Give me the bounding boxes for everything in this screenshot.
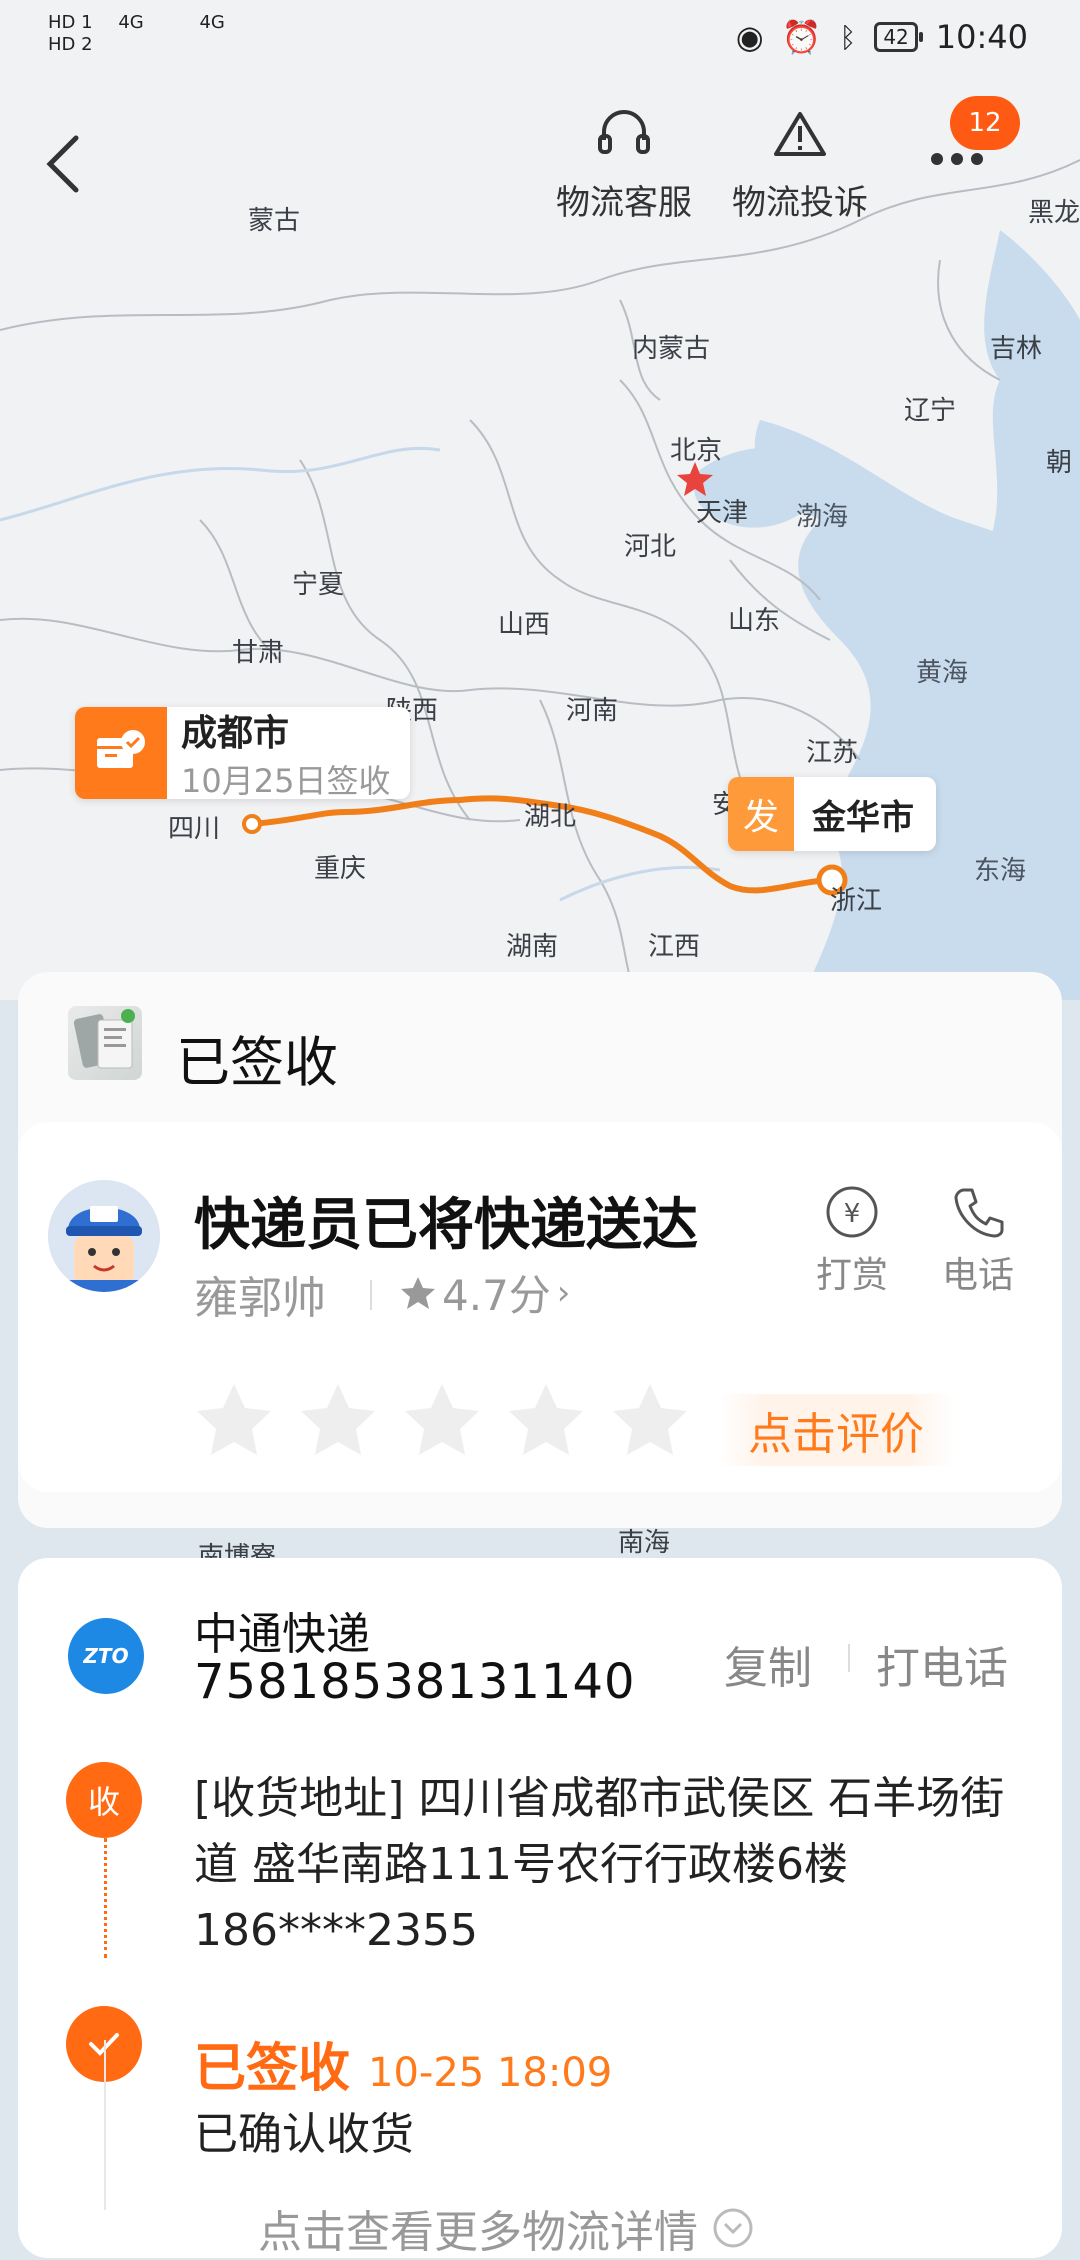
chevron-right-icon: › — [556, 1272, 571, 1313]
map-label: 四川 — [168, 814, 221, 844]
star-icon[interactable] — [298, 1382, 378, 1458]
map-label: 天津 — [696, 498, 749, 528]
courier-name: 雍郭帅 — [194, 1273, 326, 1324]
star-icon[interactable] — [506, 1382, 586, 1458]
signed-status: 已签收 — [194, 2039, 351, 2099]
courier-rating[interactable]: 4.7分 › — [400, 1262, 570, 1323]
alarm-icon: ⏰ — [781, 18, 822, 56]
map-label: 朝 — [1046, 448, 1073, 478]
back-button[interactable] — [42, 134, 90, 194]
logistics-map[interactable]: 蒙古 黑龙 内蒙古 吉林 辽宁 北京 天津 朝 渤海 河北 宁夏 山西 山东 甘… — [0, 0, 1080, 1000]
map-label: 北京 — [670, 436, 723, 466]
map-label: 山东 — [728, 606, 781, 636]
product-thumbnail[interactable] — [68, 1006, 142, 1080]
yuan-coin-icon: ¥ — [826, 1186, 878, 1238]
rating-stars[interactable] — [194, 1382, 690, 1458]
phone-button[interactable]: 电话 — [942, 1184, 1014, 1298]
courier-headline: 快递员已将快递送达 — [194, 1193, 698, 1258]
star-icon[interactable] — [402, 1382, 482, 1458]
map-label: 南海 — [618, 1528, 671, 1558]
star-icon[interactable] — [194, 1382, 274, 1458]
map-label: 内蒙古 — [632, 334, 711, 364]
rating-value: 4.7分 — [442, 1271, 551, 1320]
call-button[interactable]: 打电话 — [876, 1632, 1008, 1696]
logistics-detail-panel: ZTO 中通快递 75818538131140 复制 打电话 收 [收货地址] … — [18, 1558, 1062, 2258]
map-label: 河北 — [624, 532, 677, 562]
receiving-address: [收货地址] 四川省成都市武侯区 石羊场街道 盛华南路111号农行行政楼6楼 1… — [194, 1773, 1005, 1956]
copy-button[interactable]: 复制 — [724, 1632, 812, 1696]
map-label: 江西 — [648, 932, 701, 962]
more-details-label: 点击查看更多物流详情 — [258, 2207, 698, 2258]
complaint-button[interactable]: 物流投诉 — [732, 110, 868, 224]
timeline-connector — [104, 1838, 107, 1958]
status-bar: HD 1 4G 4G HD 2 ◉ ⏰ ᛒ 42 10:40 — [0, 0, 1080, 80]
map-label: 湖南 — [506, 932, 559, 962]
clock: 10:40 — [935, 18, 1028, 56]
divider — [848, 1644, 850, 1672]
dispatch-badge: 发 — [728, 777, 794, 851]
notification-badge: 12 — [950, 96, 1020, 150]
battery-indicator: 42 — [874, 22, 924, 52]
map-label: 黑龙 — [1028, 198, 1080, 228]
customer-service-label: 物流客服 — [556, 183, 692, 223]
map-label: 江苏 — [806, 738, 859, 768]
origin-city-card[interactable]: 成都市 10月25日签收 — [75, 707, 411, 800]
delivery-status-panel: 已签收 快递员已将快递送达 雍郭帅 4.7分 › ¥ 打赏 电话 点击评价 — [18, 972, 1062, 1528]
tip-button[interactable]: ¥ 打赏 — [816, 1184, 888, 1298]
headset-icon — [598, 110, 650, 154]
divider — [370, 1280, 372, 1310]
rate-button[interactable]: 点击评价 — [718, 1394, 954, 1466]
signal-indicators: HD 1 4G 4G HD 2 — [48, 12, 225, 56]
more-details-link[interactable]: 点击查看更多物流详情 — [258, 2196, 754, 2260]
svg-text:¥: ¥ — [844, 1199, 861, 1229]
net1-label: 4G — [118, 12, 144, 33]
courier-card: 快递员已将快递送达 雍郭帅 4.7分 › ¥ 打赏 电话 点击评价 — [18, 1122, 1062, 1492]
chevron-left-icon — [46, 135, 79, 193]
eye-icon: ◉ — [735, 18, 764, 56]
map-label: 湖北 — [524, 802, 577, 832]
phone-icon — [954, 1188, 1004, 1238]
warning-icon — [774, 112, 826, 156]
sim1-label: HD 1 — [48, 12, 93, 33]
receive-badge: 收 — [66, 1762, 142, 1838]
tip-label: 打赏 — [816, 1255, 889, 1296]
origin-status: 10月25日签收 — [181, 762, 391, 800]
route-origin-point — [242, 814, 262, 834]
map-label: 东海 — [974, 856, 1027, 886]
customer-service-button[interactable]: 物流客服 — [556, 110, 692, 224]
signed-time: 10-25 18:09 — [368, 2050, 613, 2096]
phone-label: 电话 — [942, 1255, 1015, 1296]
courier-avatar[interactable] — [48, 1180, 160, 1292]
origin-city-name: 成都市 — [181, 713, 290, 754]
map-label: 蒙古 — [248, 206, 301, 236]
net2-label: 4G — [199, 12, 225, 33]
map-label: 黄海 — [916, 658, 969, 688]
map-label: 浙江 — [830, 886, 883, 916]
bluetooth-icon: ᛒ — [839, 20, 857, 54]
star-icon — [401, 1276, 435, 1309]
map-label: 山西 — [498, 610, 551, 640]
status-title: 已签收 — [176, 1031, 338, 1094]
map-label: 河南 — [566, 696, 619, 726]
tracking-number: 75818538131140 — [194, 1654, 636, 1710]
map-label: 吉林 — [990, 334, 1043, 364]
sim2-label: HD 2 — [48, 34, 93, 55]
map-label: 宁夏 — [292, 570, 345, 600]
destination-city-name: 金华市 — [812, 797, 914, 838]
parcel-signed-icon — [75, 707, 167, 799]
complaint-label: 物流投诉 — [732, 183, 868, 223]
carrier-name: 中通快递 — [194, 1609, 370, 1660]
map-label: 渤海 — [796, 502, 849, 532]
destination-city-card[interactable]: 发 金华市 — [728, 777, 936, 851]
status-header: 已签收 — [18, 972, 1062, 1122]
carrier-logo: ZTO — [68, 1618, 144, 1694]
map-label: 甘肃 — [232, 638, 285, 668]
map-label: 辽宁 — [904, 396, 957, 426]
signed-description: 已确认收货 — [194, 2109, 414, 2160]
chevron-down-circle-icon — [713, 2208, 753, 2248]
timeline-connector — [104, 2040, 106, 2210]
map-label: 重庆 — [314, 854, 367, 884]
star-icon[interactable] — [610, 1382, 690, 1458]
